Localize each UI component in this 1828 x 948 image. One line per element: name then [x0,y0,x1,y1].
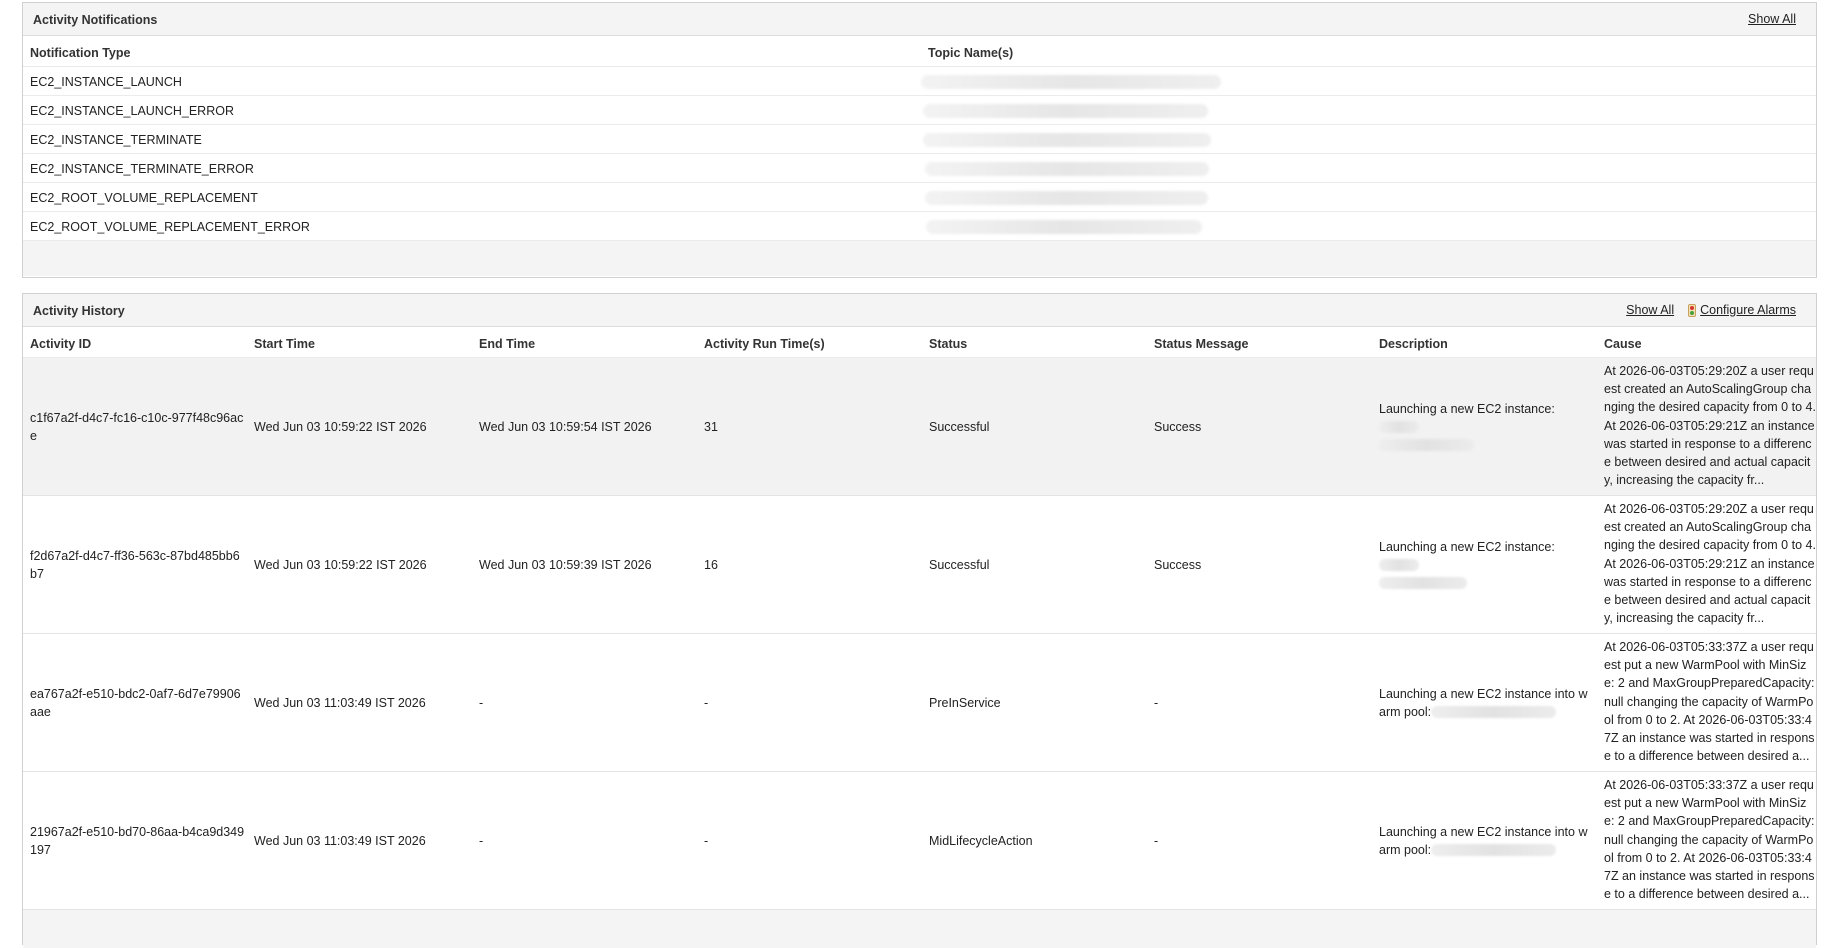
redacted-topic-name [923,133,1211,147]
status: Successful [929,557,990,572]
start-time: Wed Jun 03 11:03:49 IST 2026 [254,695,426,710]
status: Successful [929,419,990,434]
notification-type: EC2_INSTANCE_LAUNCH_ERROR [30,104,234,118]
notification-type: EC2_INSTANCE_TERMINATE [30,133,202,147]
run-time: 31 [704,419,718,434]
description-text: Launching a new EC2 instance: [1379,401,1555,416]
col-activity-id: Activity ID [30,337,92,351]
traffic-light-icon [1688,303,1697,317]
notifications-footer [23,241,1816,276]
redacted-instance-id [1379,559,1419,572]
status-message: Success [1154,419,1202,434]
notification-row: EC2_ROOT_VOLUME_REPLACEMENT [23,183,1816,212]
cause: At 2026-06-03T05:29:20Z a user request c… [1604,502,1816,626]
run-time: - [704,695,709,710]
col-run-time: Activity Run Time(s) [704,337,825,351]
history-header: Activity History Show All Configure Alar… [23,294,1816,327]
col-status-message: Status Message [1154,337,1249,351]
col-status: Status [929,337,968,351]
description: Launching a new EC2 instance into warm p… [1379,823,1589,859]
status: PreInService [929,695,1001,710]
history-show-all-link[interactable]: Show All [1626,303,1674,317]
start-time: Wed Jun 03 10:59:22 IST 2026 [254,419,427,434]
redacted-topic-name [925,191,1208,205]
redacted-instance-id [1431,706,1557,719]
history-title: Activity History [33,304,125,318]
end-time: Wed Jun 03 10:59:39 IST 2026 [479,557,652,572]
notifications-show-all-link[interactable]: Show All [1748,12,1796,26]
col-start-time: Start Time [254,337,315,351]
end-time: - [479,695,484,710]
end-time: Wed Jun 03 10:59:54 IST 2026 [479,419,652,434]
col-description: Description [1379,337,1448,351]
start-time: Wed Jun 03 11:03:49 IST 2026 [254,833,426,848]
redacted-instance-id [1379,577,1467,590]
history-row: ea767a2f-e510-bdc2-0af7-6d7e79906aae Wed… [23,634,1816,772]
redacted-instance-id [1379,439,1474,452]
redacted-topic-name [923,104,1208,118]
redacted-topic-name [926,220,1202,234]
history-footer [23,910,1816,948]
notification-type: EC2_ROOT_VOLUME_REPLACEMENT [30,191,258,205]
redacted-instance-id [1431,844,1557,857]
col-topic-names: Topic Name(s) [928,46,1014,60]
col-notification-type: Notification Type [30,46,131,60]
activity-id: c1f67a2f-d4c7-fc16-c10c-977f48c96ace [30,410,244,443]
cause: At 2026-06-03T05:33:37Z a user request p… [1604,640,1815,764]
description: Launching a new EC2 instance: [1379,538,1589,592]
description: Launching a new EC2 instance: [1379,400,1589,454]
col-end-time: End Time [479,337,536,351]
redacted-topic-name [925,162,1209,176]
notification-row: EC2_ROOT_VOLUME_REPLACEMENT_ERROR [23,212,1816,241]
run-time: - [704,833,709,848]
notification-row: EC2_INSTANCE_TERMINATE [23,125,1816,154]
status-message: - [1154,695,1159,710]
notifications-header: Activity Notifications Show All [23,3,1816,36]
notifications-title: Activity Notifications [33,13,158,27]
description: Launching a new EC2 instance into warm p… [1379,685,1589,721]
notifications-table-header: Notification Type Topic Name(s) [23,36,1816,67]
status-message: - [1154,833,1159,848]
end-time: - [479,833,484,848]
history-row: c1f67a2f-d4c7-fc16-c10c-977f48c96ace Wed… [23,358,1816,496]
start-time: Wed Jun 03 10:59:22 IST 2026 [254,557,427,572]
notification-row: EC2_INSTANCE_LAUNCH [23,67,1816,96]
history-table-header: Activity ID Start Time End Time Activity… [23,327,1816,358]
notification-type: EC2_INSTANCE_LAUNCH [30,75,182,89]
redacted-instance-id [1379,421,1419,434]
history-row: f2d67a2f-d4c7-ff36-563c-87bd485bb6b7 Wed… [23,496,1816,634]
activity-id: ea767a2f-e510-bdc2-0af7-6d7e79906aae [30,686,241,719]
cause: At 2026-06-03T05:33:37Z a user request p… [1604,778,1815,902]
activity-history-panel: Activity History Show All Configure Alar… [22,293,1817,948]
description-text: Launching a new EC2 instance: [1379,539,1555,554]
run-time: 16 [704,557,718,572]
notification-row: EC2_INSTANCE_LAUNCH_ERROR [23,96,1816,125]
status: MidLifecycleAction [929,833,1033,848]
notification-type: EC2_ROOT_VOLUME_REPLACEMENT_ERROR [30,220,310,234]
notification-type: EC2_INSTANCE_TERMINATE_ERROR [30,162,254,176]
history-row: 21967a2f-e510-bd70-86aa-b4ca9d349197 Wed… [23,772,1816,910]
redacted-topic-name [921,75,1221,89]
activity-id: 21967a2f-e510-bd70-86aa-b4ca9d349197 [30,824,245,857]
activity-notifications-panel: Activity Notifications Show All Notifica… [22,2,1817,278]
cause: At 2026-06-03T05:29:20Z a user request c… [1604,364,1816,488]
col-cause: Cause [1604,337,1642,351]
configure-alarms-link[interactable]: Configure Alarms [1700,303,1796,317]
activity-id: f2d67a2f-d4c7-ff36-563c-87bd485bb6b7 [30,548,240,581]
notification-row: EC2_INSTANCE_TERMINATE_ERROR [23,154,1816,183]
status-message: Success [1154,557,1202,572]
